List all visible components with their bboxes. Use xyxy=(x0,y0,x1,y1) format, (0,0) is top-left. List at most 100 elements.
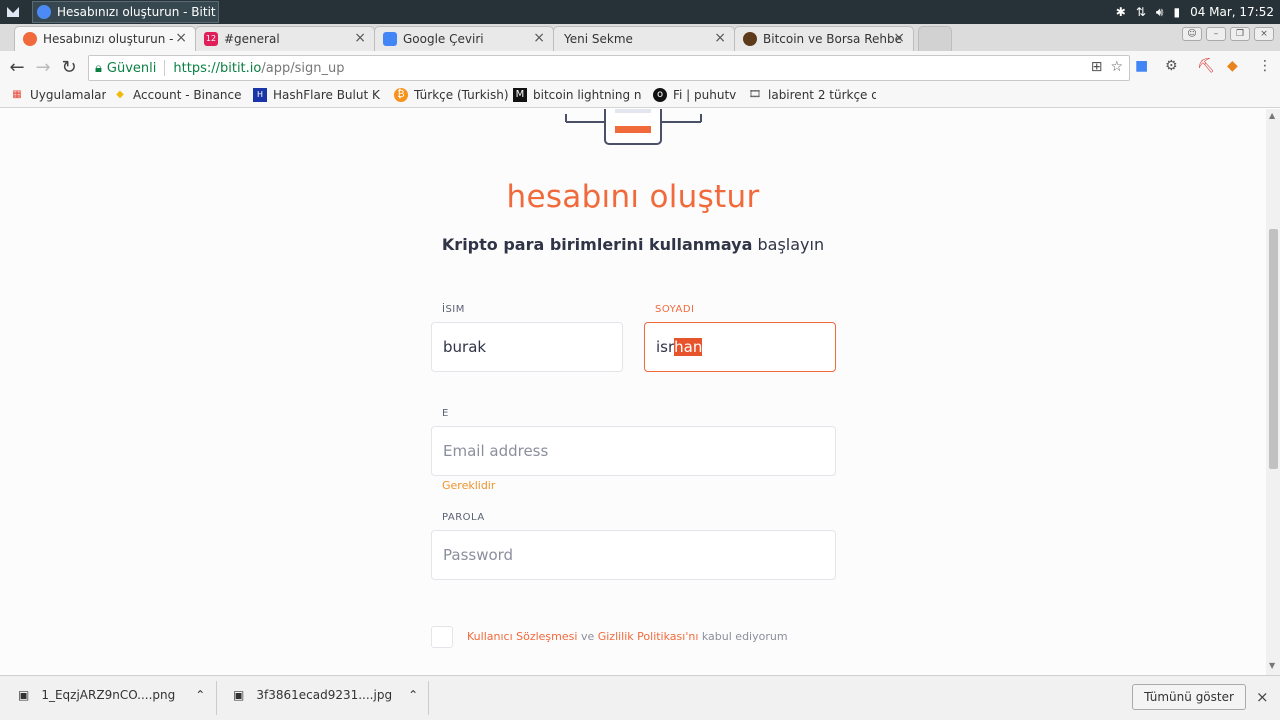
forward-icon[interactable]: → xyxy=(32,57,54,78)
bookmark-label: Fi | puhutv xyxy=(673,88,737,102)
bookmark-label: HashFlare Bulut K xyxy=(273,88,380,102)
profile-icon[interactable]: ☺ xyxy=(1182,27,1202,41)
divider xyxy=(164,60,166,76)
google-translate-favicon-icon xyxy=(383,32,397,46)
clock[interactable]: 04 Mar, 17:52 xyxy=(1190,5,1274,19)
tab-new-tab[interactable]: Yeni Sekme × xyxy=(553,26,735,51)
network-icon[interactable]: ⇅ xyxy=(1136,5,1146,19)
terms-text: Kullanıcı Sözleşmesi ve Gizlilik Politik… xyxy=(467,630,788,643)
secure-indicator[interactable]: 🔒︎ Güvenli xyxy=(95,61,156,76)
medium-icon: M xyxy=(513,88,527,102)
bluetooth-icon[interactable]: ✱ xyxy=(1116,5,1126,19)
new-tab-button[interactable] xyxy=(918,26,952,51)
bookmark-label: labirent 2 türkçe du xyxy=(768,88,876,102)
minimize-icon[interactable]: – xyxy=(1206,27,1226,41)
first-name-input[interactable]: burak xyxy=(431,322,623,372)
email-error: Gereklidir xyxy=(442,479,496,492)
back-icon[interactable]: ← xyxy=(6,57,28,78)
terms-checkbox[interactable] xyxy=(431,626,453,648)
page-content: hesabını oluştur Kripto para birimlerini… xyxy=(0,109,1280,675)
reload-icon[interactable]: ↻ xyxy=(58,57,80,78)
page-title: hesabını oluştur xyxy=(506,179,760,215)
system-taskbar: Hesabınızı oluşturun - Bitit ... ✱ ⇅ 🔊︎ … xyxy=(0,0,1280,24)
email-input[interactable]: Email address xyxy=(431,426,836,476)
file-image-icon: ▣ xyxy=(233,688,245,702)
chevron-up-icon[interactable]: ⌃ xyxy=(195,688,205,702)
binance-icon: ◆ xyxy=(116,89,124,100)
scroll-up-icon[interactable]: ▲ xyxy=(1269,111,1275,120)
download-filename: 3f3861ecad9231....jpg xyxy=(256,688,393,702)
tab-label: Hesabınızı oluşturun - xyxy=(43,32,174,46)
user-agreement-link[interactable]: Kullanıcı Sözleşmesi xyxy=(467,630,577,643)
show-all-downloads-button[interactable]: Tümünü göster xyxy=(1132,684,1246,710)
bookmarks-bar: ▦ Uygulamalar ◆ Account - Binance.c H Ha… xyxy=(0,84,1280,108)
translate-icon[interactable]: ⊞ xyxy=(1091,59,1103,75)
url-host: https://bitit.io xyxy=(173,60,262,76)
divider xyxy=(428,681,429,715)
subtitle-rest: başlayın xyxy=(757,235,825,254)
tab-label: Google Çeviri xyxy=(403,32,484,46)
last-name-input[interactable]: isr han xyxy=(644,322,836,372)
terms-joiner: ve xyxy=(580,630,595,643)
download-item[interactable]: ▣ 3f3861ecad9231....jpg ⌃ xyxy=(233,688,418,702)
bookmark-label: bitcoin lightning ne xyxy=(533,88,641,102)
bookmark-star-icon[interactable]: ☆ xyxy=(1110,59,1123,75)
slack-favicon-icon: 12 xyxy=(204,32,218,46)
system-tray: ✱ ⇅ 🔊︎ ▮ 04 Mar, 17:52 xyxy=(1116,0,1274,24)
volume-icon[interactable]: 🔊︎ xyxy=(1156,5,1164,20)
secure-label: Güvenli xyxy=(106,60,157,76)
file-image-icon: ▣ xyxy=(18,688,30,702)
page-scrollbar[interactable]: ▲ ▼ xyxy=(1266,109,1280,675)
bookmark-label: Account - Binance.c xyxy=(133,88,241,102)
address-bar[interactable]: 🔒︎ Güvenli https://bitit.io /app/sign_up… xyxy=(88,55,1130,81)
close-tab-icon[interactable]: × xyxy=(714,30,726,46)
maximize-icon[interactable]: ❐ xyxy=(1230,27,1250,41)
download-item[interactable]: ▣ 1_EqzjARZ9nCO....png ⌃ xyxy=(18,688,205,702)
apps-icon: ▦ xyxy=(12,89,22,100)
taskbar-window-button[interactable]: Hesabınızı oluşturun - Bitit ... xyxy=(32,1,219,23)
tab-strip: Hesabınızı oluşturun - × 12 #general × G… xyxy=(0,24,1280,51)
pickaxe-extension-icon[interactable]: ⛏ xyxy=(1197,58,1215,74)
translate-extension-icon[interactable]: ■ xyxy=(1135,58,1148,74)
battery-icon[interactable]: ▮ xyxy=(1173,5,1180,19)
bookmark-apps[interactable]: ▦ Uygulamalar xyxy=(10,88,106,102)
download-bar: ▣ 1_EqzjARZ9nCO....png ⌃ ▣ 3f3861ecad923… xyxy=(0,675,1280,720)
close-tab-icon[interactable]: × xyxy=(533,30,545,46)
card-illustration-icon xyxy=(565,109,702,145)
window-controls: ☺ – ❐ × xyxy=(1182,27,1274,41)
launcher-icon[interactable] xyxy=(4,3,22,21)
url-path: /app/sign_up xyxy=(261,60,345,76)
bookmark-binance[interactable]: ◆ Account - Binance.c xyxy=(113,88,241,102)
bookmark-puhutv[interactable]: o Fi | puhutv xyxy=(653,88,736,102)
email-placeholder: Email address xyxy=(443,442,549,460)
hashflare-icon: H xyxy=(253,88,267,102)
film-icon: 🎞︎ xyxy=(748,89,762,100)
bookmark-hashflare[interactable]: H HashFlare Bulut K xyxy=(253,88,383,102)
close-tab-icon[interactable]: × xyxy=(175,30,187,46)
metamask-extension-icon[interactable]: ◆ xyxy=(1227,58,1238,74)
scroll-down-icon[interactable]: ▼ xyxy=(1269,661,1275,670)
bookmark-turkish[interactable]: ₿ Türkçe (Turkish) xyxy=(394,88,509,102)
page-subtitle: Kripto para birimlerini kullanmaya başla… xyxy=(0,235,1266,254)
password-placeholder: Password xyxy=(443,546,514,564)
email-label: E xyxy=(442,408,449,419)
bookmark-labirent[interactable]: 🎞︎ labirent 2 türkçe du xyxy=(748,88,876,102)
menu-icon[interactable]: ⋮ xyxy=(1258,58,1272,74)
privacy-policy-link[interactable]: Gizlilik Politikası'nı xyxy=(598,630,699,643)
close-download-bar-icon[interactable]: × xyxy=(1256,688,1269,706)
close-tab-icon[interactable]: × xyxy=(893,30,905,46)
password-input[interactable]: Password xyxy=(431,530,836,580)
tab-bitcoin-rehber[interactable]: Bitcoin ve Borsa Rehbe × xyxy=(734,26,914,51)
subtitle-bold: Kripto para birimlerini kullanmaya xyxy=(441,235,753,254)
scrollbar-thumb[interactable] xyxy=(1269,229,1278,469)
tab-bitit[interactable]: Hesabınızı oluşturun - × xyxy=(14,26,196,51)
settings-extension-icon[interactable]: ⚙ xyxy=(1165,58,1178,74)
close-tab-icon[interactable]: × xyxy=(354,30,366,46)
puhutv-icon: o xyxy=(653,88,667,102)
close-window-icon[interactable]: × xyxy=(1254,27,1274,41)
chevron-up-icon[interactable]: ⌃ xyxy=(408,688,418,702)
bookmark-bitcoin-lightning[interactable]: M bitcoin lightning ne xyxy=(513,88,641,102)
first-name-value: burak xyxy=(443,338,487,356)
tab-general[interactable]: 12 #general × xyxy=(195,26,375,51)
tab-google-translate[interactable]: Google Çeviri × xyxy=(374,26,554,51)
